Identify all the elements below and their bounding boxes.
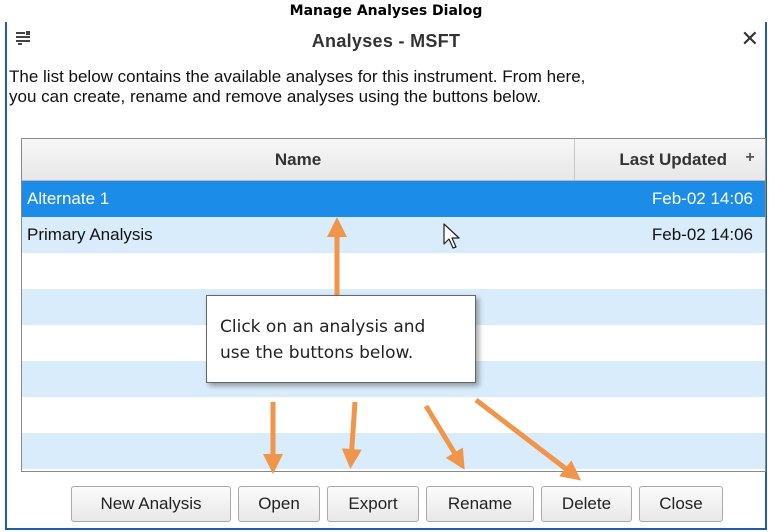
row-name: Alternate 1 [27,189,110,208]
description-line: you can create, rename and remove analys… [9,87,542,106]
export-button[interactable]: Export [327,486,419,522]
column-header-last-updated[interactable]: Last Updated [575,139,735,180]
callout-line: use the buttons below. [220,343,414,363]
title-bar: Analyses - MSFT ✕ [7,22,765,58]
description-line: The list below contains the available an… [9,67,586,86]
delete-button[interactable]: Delete [541,486,632,522]
caption: Manage Analyses Dialog [289,3,483,19]
empty-row [22,433,765,469]
column-header-name[interactable]: Name [22,139,575,180]
rename-button[interactable]: Rename [426,486,534,522]
add-column-icon[interactable]: + [735,139,765,180]
button-bar: New Analysis Open Export Rename Delete C… [0,486,772,522]
close-button[interactable]: Close [639,486,723,522]
close-icon[interactable]: ✕ [741,27,759,52]
table-row[interactable]: Primary Analysis Feb-02 14:06 [22,217,765,253]
open-button[interactable]: Open [238,486,320,522]
empty-row [22,397,765,433]
table-header: Name Last Updated + [22,139,765,181]
new-analysis-button[interactable]: New Analysis [71,486,231,522]
dialog-title: Analyses - MSFT [311,31,461,51]
callout-line: Click on an analysis and [220,317,426,337]
instruction-callout: Click on an analysis and use the buttons… [206,295,476,383]
empty-row [22,253,765,289]
row-last-updated: Feb-02 14:06 [651,225,753,244]
dialog-description: The list below contains the available an… [9,67,749,107]
table-row[interactable]: Alternate 1 Feb-02 14:06 [22,181,765,217]
row-last-updated: Feb-02 14:06 [651,189,753,208]
row-name: Primary Analysis [27,225,153,244]
